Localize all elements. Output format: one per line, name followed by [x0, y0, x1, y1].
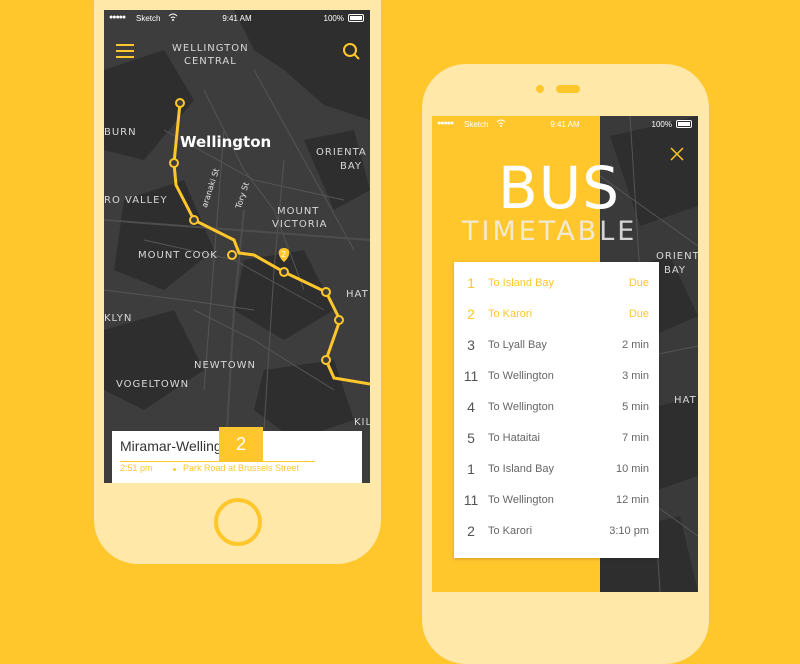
route-number: 2 — [467, 306, 475, 322]
timetable-row[interactable]: 11 To Wellington 3 min — [454, 361, 659, 392]
timetable-row[interactable]: 3 To Lyall Bay 2 min — [454, 330, 659, 361]
departure-time: 2:51 pm — [120, 463, 153, 473]
timetable-row[interactable]: 2 To Karori 3:10 pm — [454, 516, 659, 547]
bus-title: BUS — [498, 154, 621, 222]
destination: To Wellington — [488, 370, 554, 382]
timetable-card: 1 To Island Bay Due 2 To Karori Due 3 To… — [454, 262, 659, 558]
map-label-hat: HAT — [346, 289, 369, 300]
map-label-kil: KIL — [354, 417, 370, 428]
destination: To Hataitai — [488, 432, 540, 444]
map-marker-label: 2 — [281, 250, 287, 259]
timetable-subtitle: TIMETABLE — [462, 216, 638, 247]
timetable-row[interactable]: 1 To Island Bay Due — [454, 268, 659, 299]
route-number: 11 — [463, 368, 479, 384]
eta: 3:10 pm — [609, 525, 649, 537]
route-number: 11 — [463, 492, 479, 508]
battery-percent: 100% — [323, 14, 344, 23]
battery-percent: 100% — [651, 120, 672, 129]
route-number: 1 — [467, 461, 475, 477]
destination: To Island Bay — [488, 277, 555, 289]
bg-label-hat: HAT — [674, 395, 697, 406]
separator-dot — [173, 468, 176, 471]
eta: 5 min — [622, 401, 649, 413]
eta: 3 min — [622, 370, 649, 382]
map-label-newtown: NEWTOWN — [194, 360, 257, 371]
route-number-badge[interactable]: 2 — [219, 427, 263, 461]
bg-label-orienta: ORIENTA — [656, 251, 698, 262]
destination: To Island Bay — [488, 463, 555, 475]
map-label-central: CENTRAL — [184, 56, 237, 67]
timetable-row[interactable]: 4 To Wellington 5 min — [454, 392, 659, 423]
timetable-row[interactable]: 1 To Island Bay 10 min — [454, 454, 659, 485]
close-icon[interactable] — [669, 146, 685, 162]
map-label-mount-cook: MOUNT COOK — [138, 250, 218, 261]
map-label-vogeltown: VOGELTOWN — [116, 379, 190, 390]
stop-name: Park Road at Brussels Street — [183, 463, 300, 473]
map-label-burn: BURN — [104, 127, 137, 138]
destination: To Wellington — [488, 401, 554, 413]
search-icon[interactable] — [342, 42, 362, 62]
route-number: 5 — [467, 430, 475, 446]
eta: 10 min — [615, 463, 649, 475]
map-label-klyn: KLYN — [104, 313, 133, 324]
map-background — [104, 10, 370, 483]
eta: 12 min — [615, 494, 649, 506]
battery-icon — [676, 120, 692, 128]
map-label-victoria: VICTORIA — [272, 219, 328, 230]
destination: To Lyall Bay — [488, 339, 547, 351]
status-bar-2: ●●●●● Sketch 9:41 AM 100% — [432, 116, 698, 132]
destination: To Karori — [488, 308, 533, 320]
map-label-wellington: WELLINGTON — [172, 43, 249, 54]
home-button[interactable] — [214, 498, 262, 546]
timetable-screen: ORIENTA BAY HAT ●●●●● Sketch 9:41 AM 100… — [432, 116, 698, 592]
eta: 7 min — [622, 432, 649, 444]
timetable-row[interactable]: 2 To Karori Due — [454, 299, 659, 330]
camera-dot — [536, 85, 544, 93]
route-number: 4 — [467, 399, 475, 415]
map-label-mount: MOUNT — [277, 206, 320, 217]
city-label: Wellington — [180, 133, 272, 151]
eta: Due — [628, 308, 649, 320]
battery-icon — [348, 14, 364, 22]
destination: To Wellington — [488, 494, 554, 506]
eta: 2 min — [622, 339, 649, 351]
map-label-bay: BAY — [340, 161, 363, 172]
destination: To Karori — [488, 525, 533, 537]
route-number: 3 — [467, 337, 475, 353]
card-divider — [120, 461, 315, 462]
route-number: 2 — [467, 523, 475, 539]
map-screen: 2 ●●●●● Sketch 9:41 AM 100% WELLINGTON C… — [104, 10, 370, 483]
timetable-row[interactable]: 5 To Hataitai 7 min — [454, 423, 659, 454]
eta: Due — [628, 277, 649, 289]
map-label-ro-valley: RO VALLEY — [104, 195, 168, 206]
timetable-row[interactable]: 11 To Wellington 12 min — [454, 485, 659, 516]
bg-label-bay: BAY — [664, 265, 687, 276]
speaker-slot — [556, 85, 580, 93]
hamburger-menu-icon[interactable] — [116, 44, 134, 58]
route-number: 1 — [467, 275, 475, 291]
map-label-orienta: ORIENTA — [316, 147, 367, 158]
status-bar: ●●●●● Sketch 9:41 AM 100% — [104, 10, 370, 26]
